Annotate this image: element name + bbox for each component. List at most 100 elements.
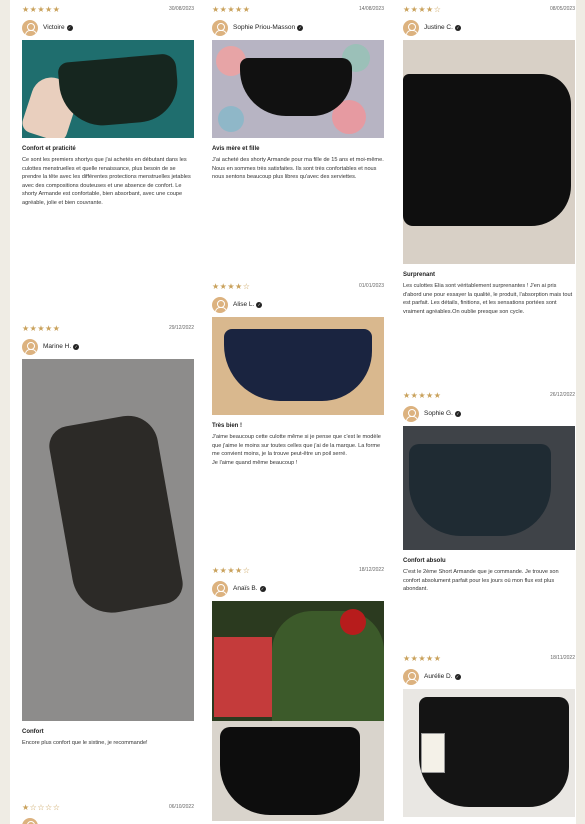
review-author: Marine H. ✓ bbox=[22, 337, 194, 359]
review-date: 14/08/2023 bbox=[358, 6, 384, 12]
author-name-row: Alise L. ✓ bbox=[233, 301, 263, 308]
author-name-row: Justine C. ✓ bbox=[424, 24, 461, 31]
verified-check-icon: ✓ bbox=[73, 344, 80, 350]
briefs-shape bbox=[240, 58, 352, 116]
review-author: Alise L. ✓ bbox=[212, 295, 384, 317]
verified-check-icon: ✓ bbox=[256, 302, 263, 308]
review-title: Surprenant bbox=[403, 272, 436, 278]
star-rating: ★☆☆☆☆ bbox=[22, 803, 61, 812]
author-name: Anaïs B. bbox=[233, 585, 258, 592]
review-card: ★★★★★ 30/08/2023 Victoire ✓ Confort et pr… bbox=[22, 2, 194, 208]
author-name: Victoire bbox=[43, 24, 65, 31]
review-card: ★★★★★ 14/08/2023 Sophie Priou-Masson ✓ Av… bbox=[212, 2, 384, 182]
user-avatar-icon bbox=[403, 20, 419, 36]
author-name-row: Victoire ✓ bbox=[43, 24, 73, 31]
review-photo[interactable] bbox=[22, 359, 194, 721]
review-card: ★★★★☆ 01/01/2023 Alise L. ✓ Très bien ! J… bbox=[212, 279, 384, 467]
review-header: ★★★★☆ 18/12/2022 bbox=[212, 563, 384, 577]
user-avatar-icon bbox=[403, 406, 419, 422]
review-photo[interactable] bbox=[403, 426, 575, 550]
review-header: ★★★★☆ 08/05/2023 bbox=[403, 2, 575, 16]
user-avatar-icon bbox=[212, 297, 228, 313]
star-rating: ★★★★★ bbox=[22, 5, 61, 14]
star-rating: ★★★★☆ bbox=[212, 282, 251, 291]
review-date: 26/12/2022 bbox=[549, 392, 575, 398]
star-rating: ★★★★★ bbox=[403, 654, 442, 663]
briefs-shape bbox=[409, 444, 551, 536]
author-name-row: Aurélie D. ✓ bbox=[424, 673, 461, 680]
review-date: 29/12/2022 bbox=[168, 325, 194, 331]
reviews-panel: ★★★★★ 30/08/2023 Victoire ✓ Confort et pr… bbox=[10, 0, 576, 824]
user-avatar-icon bbox=[212, 20, 228, 36]
review-header: ★★★★★ 26/12/2022 bbox=[403, 388, 575, 402]
briefs-shape bbox=[403, 74, 571, 226]
review-header: ★★★★★ 14/08/2023 bbox=[212, 2, 384, 16]
review-photo[interactable] bbox=[403, 689, 575, 817]
review-body: J'aime beaucoup cette culotte même si je… bbox=[212, 434, 381, 466]
review-body: Les culottes Elia sont véritablement sur… bbox=[403, 283, 573, 315]
star-rating: ★★★★★ bbox=[403, 391, 442, 400]
author-name: Alise L. bbox=[233, 301, 255, 308]
briefs-shape bbox=[224, 329, 372, 401]
product-tag-shape bbox=[421, 733, 445, 773]
review-card: ★★★★☆ 08/05/2023 Justine C. ✓ Surprenant … bbox=[403, 2, 575, 316]
briefs-shape bbox=[57, 52, 181, 130]
review-photo[interactable] bbox=[212, 40, 384, 138]
briefs-shape bbox=[220, 727, 360, 815]
author-name-row: Marine H. ✓ bbox=[43, 343, 80, 350]
review-header: ★★★★★ 29/12/2022 bbox=[22, 321, 194, 335]
verified-check-icon: ✓ bbox=[454, 25, 461, 31]
author-name-row: Anaïs B. ✓ bbox=[233, 585, 266, 592]
review-author bbox=[22, 816, 194, 824]
author-name-row: Sophie G. ✓ bbox=[424, 410, 461, 417]
review-body: C'est le 2ème Short Armande que je comma… bbox=[403, 569, 559, 593]
review-card: ★★★★☆ 18/12/2022 Anaïs B. ✓ bbox=[212, 563, 384, 821]
user-avatar-icon bbox=[403, 669, 419, 685]
review-date: 18/12/2022 bbox=[358, 567, 384, 573]
star-rating: ★★★★☆ bbox=[403, 5, 442, 14]
flower-shape bbox=[218, 106, 244, 132]
user-avatar-icon bbox=[22, 339, 38, 355]
review-title: Confort absolu bbox=[403, 558, 446, 564]
review-photo[interactable] bbox=[22, 40, 194, 138]
review-author: Sophie Priou-Masson ✓ bbox=[212, 18, 384, 40]
verified-check-icon: ✓ bbox=[259, 586, 266, 592]
star-rating: ★★★★★ bbox=[212, 5, 251, 14]
star-rating: ★★★★★ bbox=[22, 324, 61, 333]
review-photo[interactable] bbox=[403, 40, 575, 264]
review-photo[interactable] bbox=[212, 601, 384, 821]
review-author: Aurélie D. ✓ bbox=[403, 667, 575, 689]
author-name: Aurélie D. bbox=[424, 673, 453, 680]
review-date: 18/11/2022 bbox=[550, 655, 575, 661]
review-author: Victoire ✓ bbox=[22, 18, 194, 40]
review-card: ★★★★★ 18/11/2022 Aurélie D. ✓ bbox=[403, 651, 575, 817]
user-avatar-icon bbox=[22, 20, 38, 36]
review-body: Ce sont les premiers shortys que j'ai ac… bbox=[22, 157, 191, 206]
review-body: J'ai acheté des shorty Armande pour ma f… bbox=[212, 157, 384, 181]
verified-check-icon: ✓ bbox=[454, 411, 461, 417]
user-avatar-icon bbox=[212, 581, 228, 597]
gifts-shape bbox=[214, 637, 272, 717]
review-author: Sophie G. ✓ bbox=[403, 404, 575, 426]
author-name: Justine C. bbox=[424, 24, 453, 31]
review-header: ★★★★★ 30/08/2023 bbox=[22, 2, 194, 16]
review-date: 08/05/2023 bbox=[549, 6, 575, 12]
review-title: Confort bbox=[22, 729, 44, 735]
review-card: ★★★★★ 29/12/2022 Marine H. ✓ Confort Enco… bbox=[22, 321, 194, 748]
review-card: ★☆☆☆☆ 06/10/2022 bbox=[22, 800, 194, 824]
author-name: Sophie Priou-Masson bbox=[233, 24, 296, 31]
author-name: Marine H. bbox=[43, 343, 72, 350]
verified-check-icon: ✓ bbox=[297, 25, 304, 31]
review-date: 06/10/2022 bbox=[168, 804, 194, 810]
author-name: Sophie G. bbox=[424, 410, 453, 417]
review-title: Avis mère et fille bbox=[212, 146, 260, 152]
review-author: Justine C. ✓ bbox=[403, 18, 575, 40]
review-date: 01/01/2023 bbox=[358, 283, 384, 289]
review-header: ★★★★☆ 01/01/2023 bbox=[212, 279, 384, 293]
verified-check-icon: ✓ bbox=[66, 25, 73, 31]
review-body: Encore plus confort que le sixtine, je r… bbox=[22, 740, 148, 746]
review-photo[interactable] bbox=[212, 317, 384, 415]
review-title: Confort et praticité bbox=[22, 146, 76, 152]
review-header: ★★★★★ 18/11/2022 bbox=[403, 651, 575, 665]
review-card: ★★★★★ 26/12/2022 Sophie G. ✓ Confort abso… bbox=[403, 388, 575, 594]
